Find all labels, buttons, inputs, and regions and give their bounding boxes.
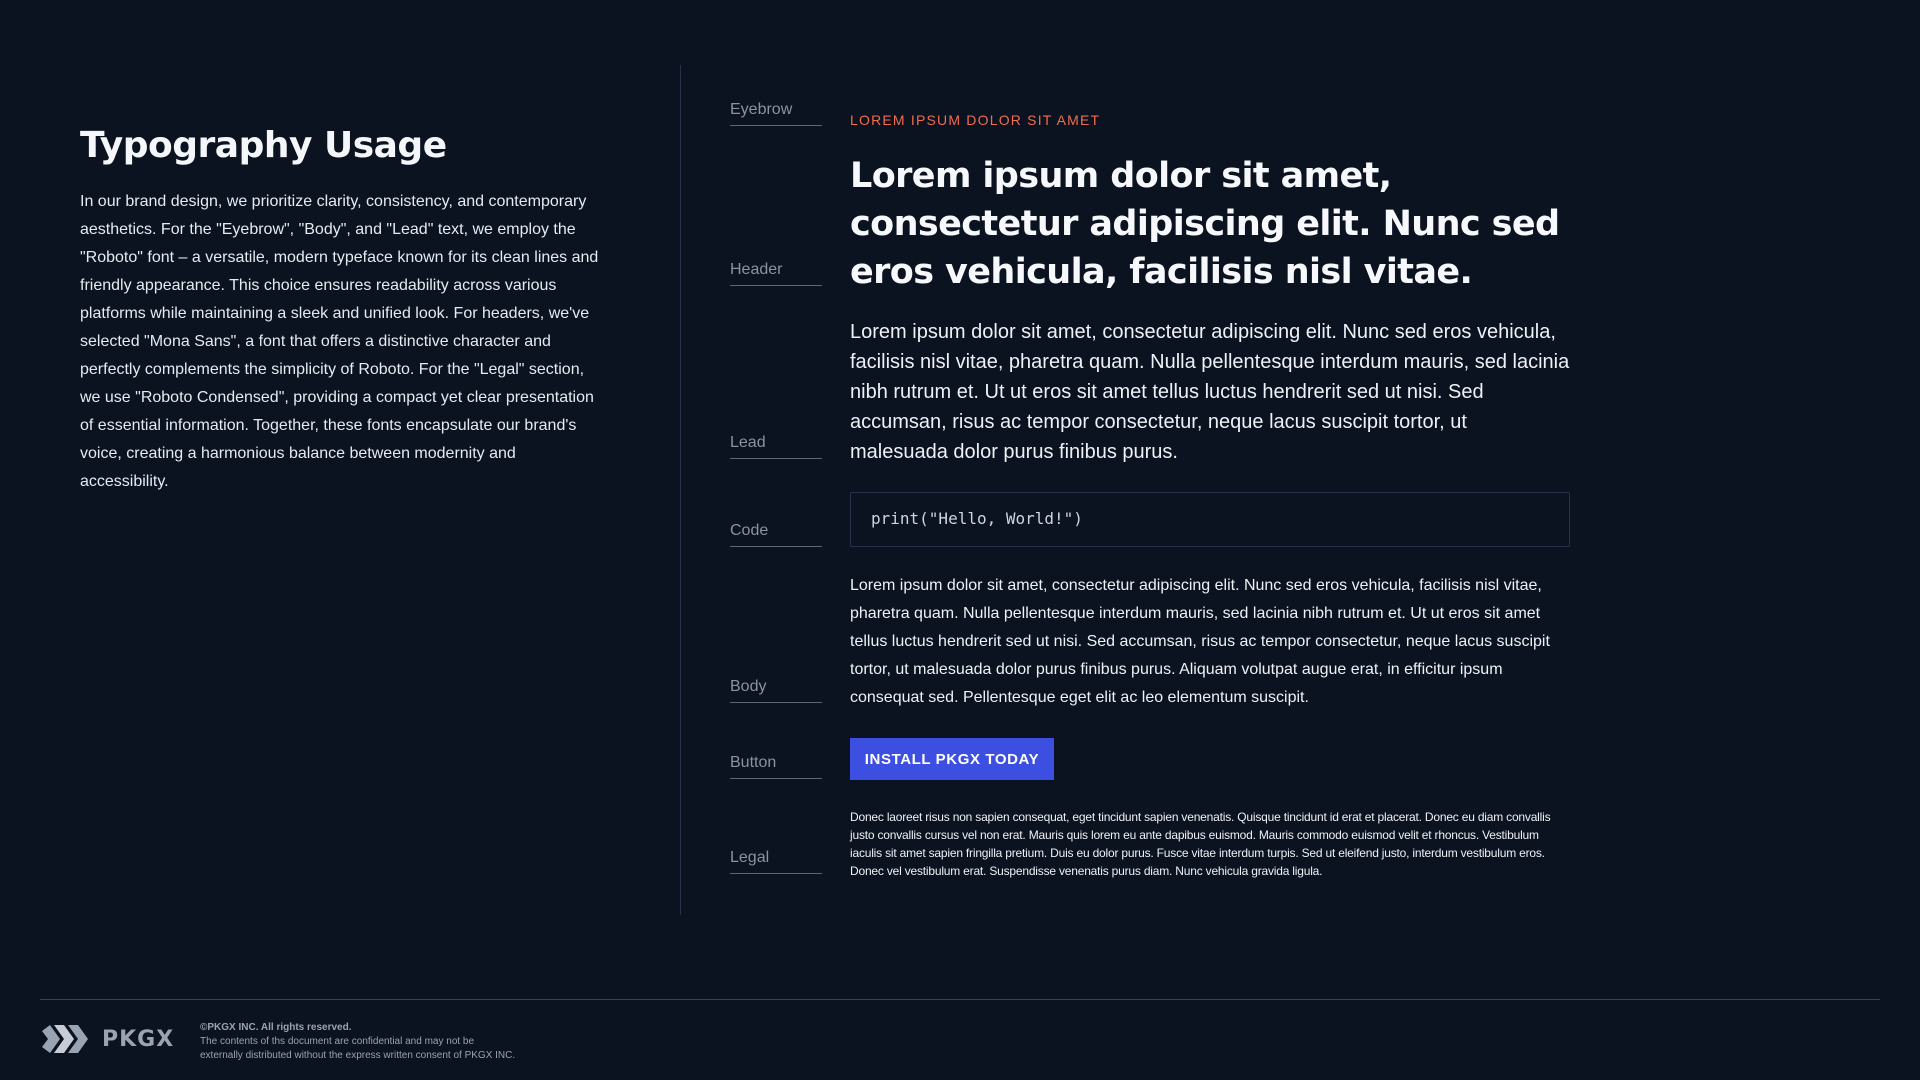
intro-description: In our brand design, we prioritize clari… xyxy=(80,193,599,490)
footer-logo: PKGX xyxy=(40,1023,174,1055)
confidential-line-1: The contents of ths document are confide… xyxy=(200,1036,475,1047)
code-sample-box: print("Hello, World!") xyxy=(850,492,1570,547)
page-title: Typography Usage xyxy=(80,125,447,166)
install-pkgx-button[interactable]: INSTALL PKGX TODAY xyxy=(850,738,1054,780)
legal-sample: Donec laoreet risus non sapien consequat… xyxy=(850,810,1551,878)
typography-intro: Typography Usage In our brand design, we… xyxy=(80,125,600,496)
lead-sample: Lorem ipsum dolor sit amet, consectetur … xyxy=(850,321,1570,463)
vertical-divider xyxy=(680,65,681,915)
header-sample: Lorem ipsum dolor sit amet, consectetur … xyxy=(850,156,1560,292)
body-sample: Lorem ipsum dolor sit amet, consectetur … xyxy=(850,577,1550,706)
label-header: Header xyxy=(730,261,822,286)
label-body: Body xyxy=(730,678,822,703)
label-lead: Lead xyxy=(730,434,822,459)
logo-text: PKGX xyxy=(102,1026,175,1052)
typography-page: Typography Usage In our brand design, we… xyxy=(0,0,1920,1080)
copyright-text: ©PKGX INC. All rights reserved. xyxy=(200,1022,352,1033)
code-sample: print("Hello, World!") xyxy=(871,509,1083,528)
eyebrow-sample: LOREM IPSUM DOLOR SIT AMET xyxy=(850,112,1101,128)
confidential-line-2: externally distributed without the expre… xyxy=(200,1050,516,1061)
pkgx-logo-icon xyxy=(42,1025,88,1053)
footer-divider xyxy=(40,999,1880,1000)
label-legal: Legal xyxy=(730,849,822,874)
label-button: Button xyxy=(730,754,822,779)
label-code: Code xyxy=(730,522,822,547)
footer-legal: ©PKGX INC. All rights reserved. The cont… xyxy=(200,1021,515,1063)
label-eyebrow: Eyebrow xyxy=(730,101,822,126)
